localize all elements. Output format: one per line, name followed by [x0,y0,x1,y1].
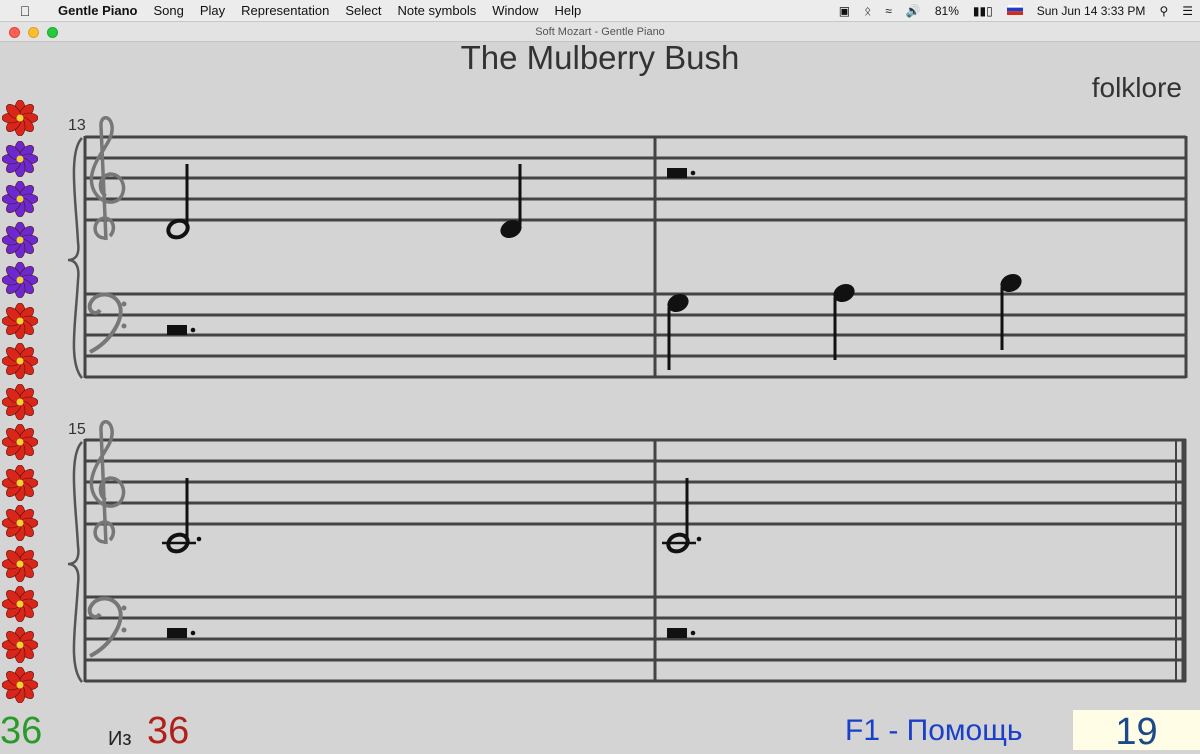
half-note[interactable] [166,164,191,240]
menu-help[interactable]: Help [546,3,589,18]
dotted-half-note[interactable] [662,478,702,554]
status-area: ▣ ᛟ ≈ 🔊 81% ▮▮▯ Sun Jun 14 3:33 PM ⚲ ☰ [832,0,1200,22]
treble-staff [85,135,1186,222]
system-1: 13 [67,116,1188,379]
bass-clef-icon [87,292,123,354]
quarter-note[interactable] [997,271,1024,350]
camera-icon[interactable]: ▣ [832,4,857,18]
notification-list-icon[interactable]: ☰ [1175,4,1200,18]
system-brace [67,441,84,683]
zoom-icon[interactable] [47,27,58,38]
page-number: 19 [1073,710,1200,753]
dotted-half-note[interactable] [162,478,202,554]
menu-select[interactable]: Select [337,3,389,18]
wifi-icon[interactable]: ≈ [878,4,899,18]
measure-number: 15 [68,421,86,438]
measure-number: 13 [68,117,86,134]
total-count: 36 [147,710,190,752]
menu-window[interactable]: Window [484,3,546,18]
system-2: 15 [67,420,1187,683]
dotted-half-rest[interactable] [667,628,696,638]
status-bar: 36 Из 36 F1 - Помощь 19 [0,710,1200,753]
menu-play[interactable]: Play [192,3,233,18]
volume-icon[interactable]: 🔊 [899,4,928,18]
apple-icon[interactable]:  [0,3,50,19]
language-flag-icon[interactable] [1000,3,1030,18]
bluetooth-icon[interactable]: ᛟ [857,4,878,18]
menu-bar:  Gentle Piano Song Play Representation … [0,0,1200,22]
search-icon[interactable]: ⚲ [1152,4,1175,18]
quarter-note[interactable] [830,281,857,360]
score-window: The Mulberry Bush folklore 13 15 36 Из 3… [0,39,1200,753]
minimize-icon[interactable] [28,27,39,38]
close-icon[interactable] [9,27,20,38]
window-title: Soft Mozart - Gentle Piano [535,26,665,38]
help-link[interactable]: F1 - Помощь [845,714,1023,748]
battery-percent[interactable]: 81% [928,4,966,18]
dotted-half-rest[interactable] [167,628,196,638]
current-count: 36 [0,710,43,752]
bass-clef-icon [87,596,123,658]
quarter-note[interactable] [497,164,524,241]
quarter-note[interactable] [664,291,691,370]
treble-staff [85,438,1186,526]
menu-song[interactable]: Song [145,3,191,18]
battery-icon[interactable]: ▮▮▯ [966,4,1000,18]
bass-staff [85,595,1186,683]
system-brace [67,137,84,379]
menu-note-symbols[interactable]: Note symbols [389,3,484,18]
menu-app-name[interactable]: Gentle Piano [50,3,145,18]
of-label: Из [108,728,132,750]
score-sheet[interactable]: 13 15 [0,42,1200,710]
clock[interactable]: Sun Jun 14 3:33 PM [1030,4,1153,18]
menu-representation[interactable]: Representation [233,3,337,18]
bass-staff [85,292,1186,379]
